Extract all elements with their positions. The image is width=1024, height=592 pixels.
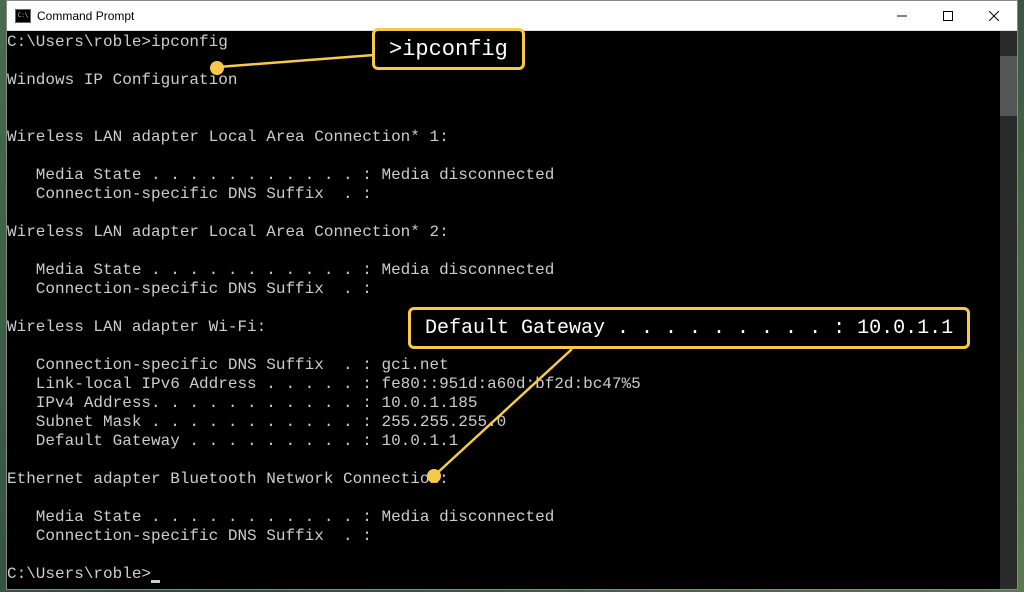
titlebar[interactable]: Command Prompt (7, 1, 1017, 31)
media-state-line: Media State . . . . . . . . . . . : Medi… (7, 508, 554, 526)
adapter-heading: Ethernet adapter Bluetooth Network Conne… (7, 470, 449, 488)
minimize-button[interactable] (879, 1, 925, 30)
gateway-line: Default Gateway . . . . . . . . . : 10.0… (7, 432, 458, 450)
callout-ipconfig: >ipconfig (372, 28, 525, 70)
prompt-line: C:\Users\roble>ipconfig (7, 33, 228, 51)
adapter-heading: Wireless LAN adapter Local Area Connecti… (7, 223, 449, 241)
adapter-heading: Wireless LAN adapter Wi-Fi: (7, 318, 266, 336)
subnet-line: Subnet Mask . . . . . . . . . . . : 255.… (7, 413, 506, 431)
prompt-line: C:\Users\roble> (7, 565, 151, 583)
cursor-icon (151, 580, 160, 583)
ipv6-line: Link-local IPv6 Address . . . . . : fe80… (7, 375, 641, 393)
close-button[interactable] (971, 1, 1017, 30)
ipv4-line: IPv4 Address. . . . . . . . . . . : 10.0… (7, 394, 477, 412)
scrollbar[interactable] (1000, 31, 1017, 589)
dns-suffix-line: Connection-specific DNS Suffix . : (7, 527, 372, 545)
cmd-icon (15, 9, 31, 23)
dns-suffix-line: Connection-specific DNS Suffix . : (7, 185, 372, 203)
marker-dot-icon (210, 61, 224, 75)
scrollbar-thumb[interactable] (1000, 56, 1017, 116)
callout-text: Default Gateway . . . . . . . . . : 10.0… (425, 317, 953, 340)
adapter-heading: Wireless LAN adapter Local Area Connecti… (7, 128, 449, 146)
cmd-window: Command Prompt C:\Users\roble>ipconfig W… (6, 0, 1018, 590)
window-title: Command Prompt (37, 9, 879, 23)
callout-gateway: Default Gateway . . . . . . . . . : 10.0… (408, 307, 970, 349)
maximize-button[interactable] (925, 1, 971, 30)
media-state-line: Media State . . . . . . . . . . . : Medi… (7, 166, 554, 184)
heading-text: Windows IP Configuration (7, 71, 237, 89)
marker-dot-icon (427, 469, 441, 483)
media-state-line: Media State . . . . . . . . . . . : Medi… (7, 261, 554, 279)
dns-suffix-line: Connection-specific DNS Suffix . : gci.n… (7, 356, 449, 374)
callout-text: >ipconfig (389, 37, 508, 62)
dns-suffix-line: Connection-specific DNS Suffix . : (7, 280, 372, 298)
window-controls (879, 1, 1017, 30)
